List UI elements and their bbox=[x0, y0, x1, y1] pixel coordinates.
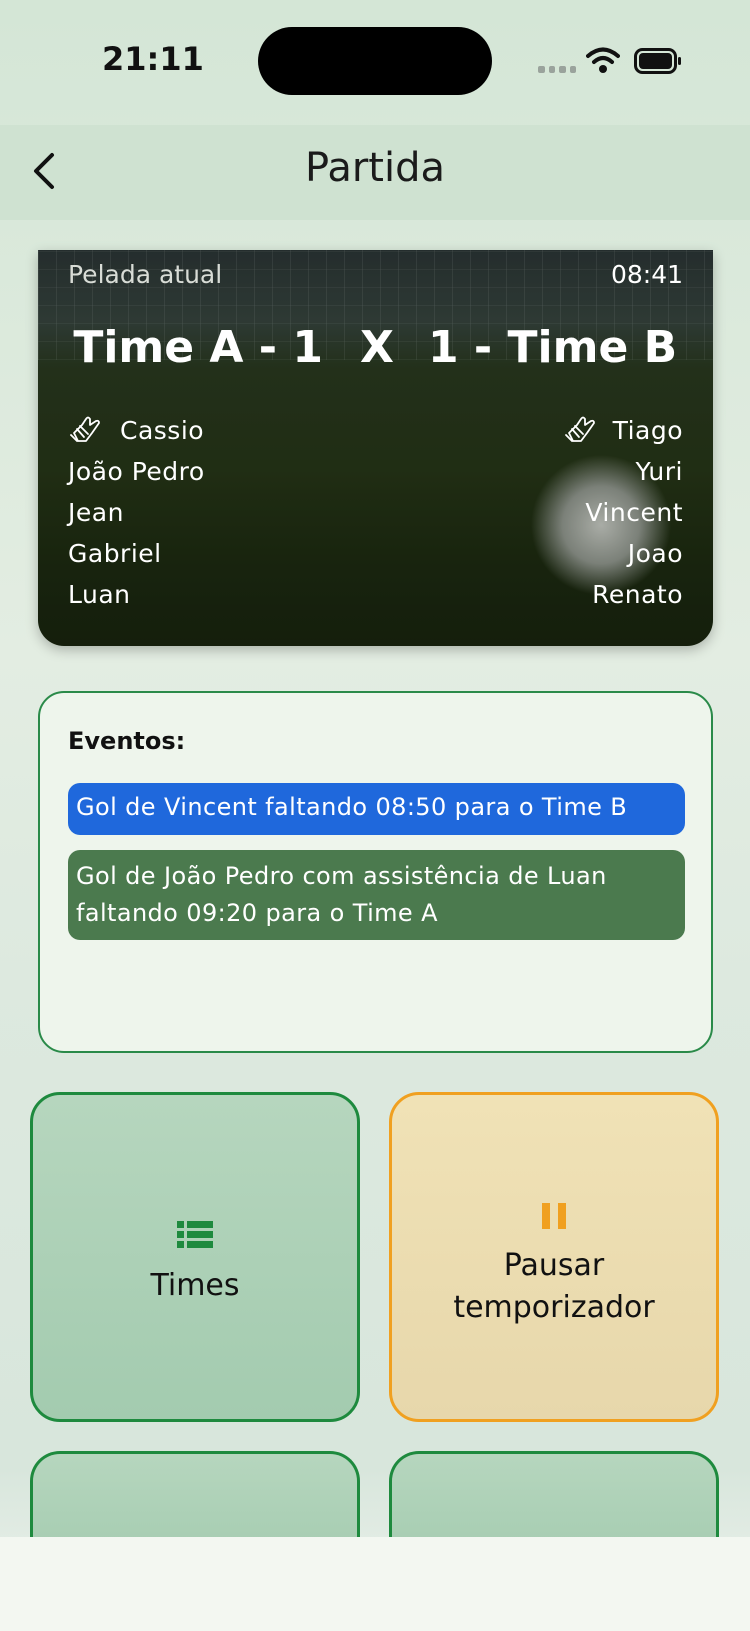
events-card: Eventos: Gol de Vincent faltando 08:50 p… bbox=[38, 691, 713, 1053]
team-b-score: 1 - Time B bbox=[428, 322, 678, 373]
pause-timer-label: Pausar temporizador bbox=[453, 1248, 655, 1325]
list-icon bbox=[177, 1221, 213, 1248]
team-a-player: Jean bbox=[68, 498, 124, 527]
dynamic-island bbox=[258, 27, 492, 95]
event-item: Gol de Vincent faltando 08:50 para o Tim… bbox=[68, 783, 685, 835]
team-a-player: Luan bbox=[68, 580, 131, 609]
events-title: Eventos: bbox=[68, 727, 186, 755]
match-card: Pelada atual 08:41 Time A - 1 X 1 - Time… bbox=[38, 250, 713, 646]
team-b-players: Tiago Yuri Vincent Joao Renato bbox=[563, 410, 683, 615]
bottom-bar bbox=[0, 1537, 750, 1631]
cellular-signal-icon bbox=[538, 66, 576, 74]
pause-icon bbox=[542, 1203, 566, 1229]
page-title: Partida bbox=[305, 145, 445, 191]
score-separator: X bbox=[360, 322, 394, 373]
team-b-player: Joao bbox=[627, 539, 683, 568]
status-time: 21:11 bbox=[102, 40, 204, 78]
team-b-player: Renato bbox=[592, 580, 683, 609]
wifi-icon bbox=[586, 47, 620, 73]
pause-timer-button[interactable]: Pausar temporizador bbox=[389, 1092, 719, 1422]
times-button[interactable]: Times bbox=[30, 1092, 360, 1422]
team-b-player: Yuri bbox=[635, 457, 683, 486]
goalkeeper-glove-icon bbox=[564, 416, 595, 442]
match-timer: 08:41 bbox=[610, 260, 683, 289]
battery-icon bbox=[634, 48, 681, 74]
team-a-player: João Pedro bbox=[68, 457, 205, 486]
event-item: Gol de João Pedro com assistência de Lua… bbox=[68, 850, 685, 940]
status-bar: 21:11 bbox=[0, 0, 750, 125]
team-b-player: Vincent bbox=[585, 498, 683, 527]
team-a-goalkeeper: Cassio bbox=[68, 410, 205, 451]
team-a-player: Gabriel bbox=[68, 539, 162, 568]
scoreboard: Time A - 1 X 1 - Time B bbox=[38, 322, 713, 378]
team-b-goalkeeper: Tiago bbox=[563, 410, 683, 451]
navigation-bar: Partida bbox=[0, 125, 750, 220]
goalkeeper-glove-icon bbox=[70, 416, 100, 442]
times-button-label: Times bbox=[150, 1268, 240, 1303]
team-a-score: Time A - 1 bbox=[73, 322, 323, 373]
team-a-players: Cassio João Pedro Jean Gabriel Luan bbox=[68, 410, 205, 615]
match-label: Pelada atual bbox=[68, 260, 223, 289]
